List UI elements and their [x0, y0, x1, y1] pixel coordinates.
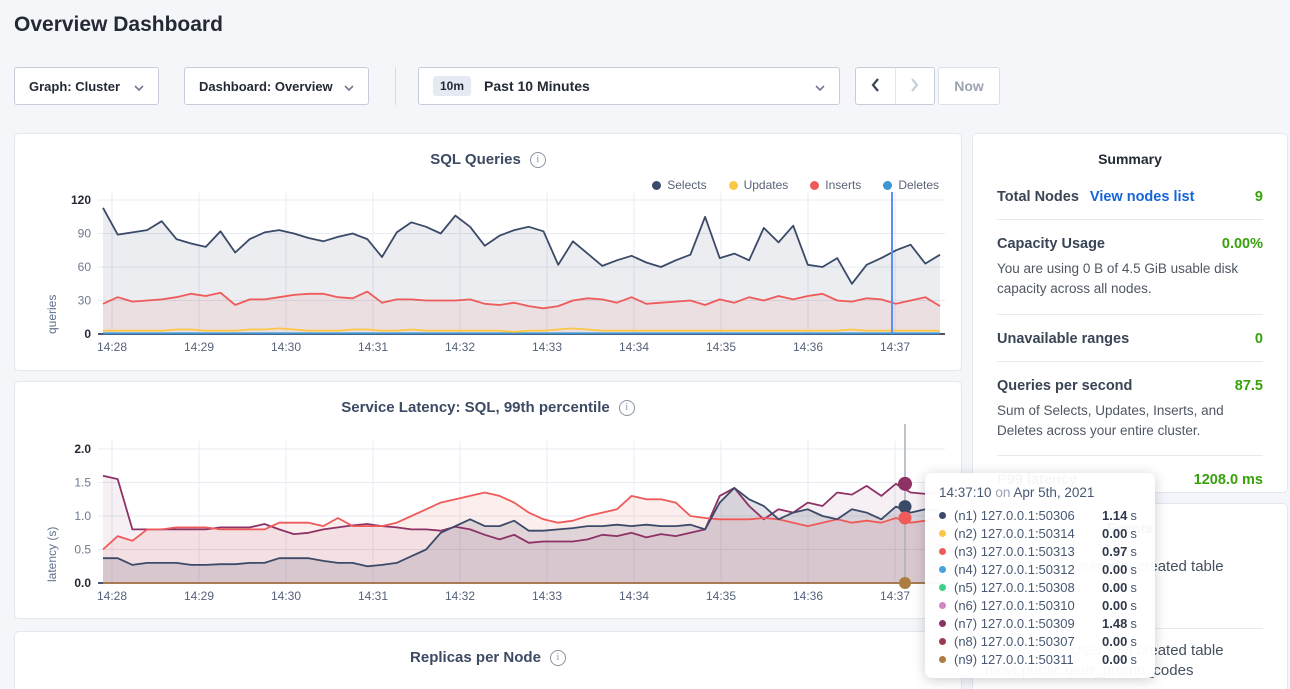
time-step-buttons	[855, 67, 935, 105]
node-color-dot	[939, 602, 946, 609]
svg-text:14:28: 14:28	[97, 340, 127, 354]
service-latency-card: Service Latency: SQL, 99th percentile i …	[14, 381, 962, 619]
svg-text:14:31: 14:31	[358, 589, 388, 603]
node-color-dot	[939, 512, 946, 519]
chart-hover-tooltip: 14:37:10 on Apr 5th, 2021 (n1) 127.0.0.1…	[925, 473, 1155, 678]
svg-text:0.0: 0.0	[74, 576, 91, 590]
svg-text:14:36: 14:36	[793, 340, 823, 354]
service-latency-chart[interactable]: 14:28 14:29 14:30 14:31 14:32 14:33 14:34 14:35…	[15, 382, 963, 620]
node-color-dot	[939, 620, 946, 627]
time-range-label: Past 10 Minutes	[484, 78, 815, 94]
svg-text:14:31: 14:31	[358, 340, 388, 354]
chevron-left-icon	[871, 78, 880, 95]
unavailable-ranges-value: 0	[1255, 331, 1263, 347]
svg-text:14:29: 14:29	[184, 589, 214, 603]
capacity-usage-subtext: You are using 0 B of 4.5 GiB usable disk…	[997, 259, 1263, 300]
view-nodes-list-link[interactable]: View nodes list	[1090, 189, 1195, 205]
replicas-chart-title: Replicas per Node	[410, 649, 541, 666]
svg-text:14:28: 14:28	[97, 589, 127, 603]
tooltip-node-row: (n1) 127.0.0.1:503061.14s	[939, 506, 1141, 524]
svg-text:90: 90	[78, 227, 92, 241]
svg-text:14:37: 14:37	[880, 589, 910, 603]
qps-subtext: Sum of Selects, Updates, Inserts, and De…	[997, 401, 1263, 442]
total-nodes-value: 9	[1255, 189, 1263, 205]
svg-text:1.0: 1.0	[74, 509, 91, 523]
chevron-down-icon	[134, 79, 144, 94]
tooltip-node-row: (n9) 127.0.0.1:503110.00s	[939, 650, 1141, 668]
svg-text:14:30: 14:30	[271, 340, 301, 354]
svg-text:14:33: 14:33	[532, 589, 562, 603]
node-color-dot	[939, 584, 946, 591]
sql-queries-chart[interactable]: 14:28 14:29 14:30 14:31 14:32 14:33 14:34 14:35…	[15, 134, 963, 372]
next-range-button[interactable]	[895, 68, 934, 104]
svg-text:30: 30	[78, 294, 92, 308]
svg-text:0.5: 0.5	[74, 543, 91, 557]
svg-text:0: 0	[84, 327, 91, 341]
page-title: Overview Dashboard	[14, 13, 223, 37]
node-color-dot	[939, 566, 946, 573]
qps-value: 87.5	[1235, 378, 1263, 394]
graph-dropdown-label: Graph: Cluster	[29, 79, 120, 94]
node-color-dot	[939, 656, 946, 663]
summary-row-capacity: Capacity Usage 0.00% You are using 0 B o…	[997, 219, 1263, 314]
info-icon[interactable]: i	[550, 650, 566, 666]
svg-text:14:32: 14:32	[445, 340, 475, 354]
chevron-right-icon	[910, 78, 919, 95]
toolbar-divider	[395, 67, 396, 105]
tooltip-node-row: (n5) 127.0.0.1:503080.00s	[939, 578, 1141, 596]
summary-panel: Summary Total Nodes View nodes list 9 Ca…	[972, 133, 1288, 493]
svg-text:14:30: 14:30	[271, 589, 301, 603]
replicas-per-node-card: Replicas per Node i	[14, 631, 962, 689]
svg-text:14:35: 14:35	[706, 340, 736, 354]
svg-text:1.5: 1.5	[74, 476, 91, 490]
summary-row-total-nodes: Total Nodes View nodes list 9	[997, 173, 1263, 219]
svg-text:14:34: 14:34	[619, 340, 649, 354]
tooltip-node-row: (n2) 127.0.0.1:503140.00s	[939, 524, 1141, 542]
dashboard-dropdown-label: Dashboard: Overview	[199, 79, 333, 94]
time-range-badge: 10m	[433, 76, 471, 96]
tooltip-node-row: (n6) 127.0.0.1:503100.00s	[939, 596, 1141, 614]
svg-text:2.0: 2.0	[74, 442, 91, 456]
tooltip-node-row: (n7) 127.0.0.1:503091.48s	[939, 614, 1141, 632]
graph-dropdown[interactable]: Graph: Cluster	[14, 67, 159, 105]
summary-row-qps: Queries per second 87.5 Sum of Selects, …	[997, 361, 1263, 456]
chevron-down-icon	[815, 79, 825, 94]
svg-text:60: 60	[78, 260, 92, 274]
node-color-dot	[939, 638, 946, 645]
svg-text:14:32: 14:32	[445, 589, 475, 603]
svg-text:14:37: 14:37	[880, 340, 910, 354]
p99-latency-value: 1208.0 ms	[1194, 472, 1263, 488]
node-color-dot	[939, 548, 946, 555]
svg-text:14:29: 14:29	[184, 340, 214, 354]
summary-title: Summary	[997, 134, 1263, 173]
svg-text:14:34: 14:34	[619, 589, 649, 603]
tooltip-timestamp: 14:37:10 on Apr 5th, 2021	[939, 485, 1141, 500]
tooltip-node-row: (n8) 127.0.0.1:503070.00s	[939, 632, 1141, 650]
chevron-down-icon	[344, 79, 354, 94]
sql-queries-card: SQL Queries i Selects Updates Inserts De…	[14, 133, 962, 371]
summary-row-unavailable-ranges: Unavailable ranges 0	[997, 314, 1263, 361]
time-range-dropdown[interactable]: 10m Past 10 Minutes	[418, 67, 840, 105]
svg-text:14:35: 14:35	[706, 589, 736, 603]
now-button[interactable]: Now	[938, 67, 1000, 105]
svg-text:14:36: 14:36	[793, 589, 823, 603]
tooltip-node-row: (n3) 127.0.0.1:503130.97s	[939, 542, 1141, 560]
svg-text:120: 120	[71, 193, 91, 207]
overview-dashboard-page: Overview Dashboard Graph: Cluster Dashbo…	[0, 0, 1290, 689]
node-color-dot	[939, 530, 946, 537]
svg-text:14:33: 14:33	[532, 340, 562, 354]
capacity-usage-value: 0.00%	[1222, 236, 1263, 252]
dashboard-dropdown[interactable]: Dashboard: Overview	[184, 67, 369, 105]
tooltip-node-row: (n4) 127.0.0.1:503120.00s	[939, 560, 1141, 578]
prev-range-button[interactable]	[856, 68, 895, 104]
